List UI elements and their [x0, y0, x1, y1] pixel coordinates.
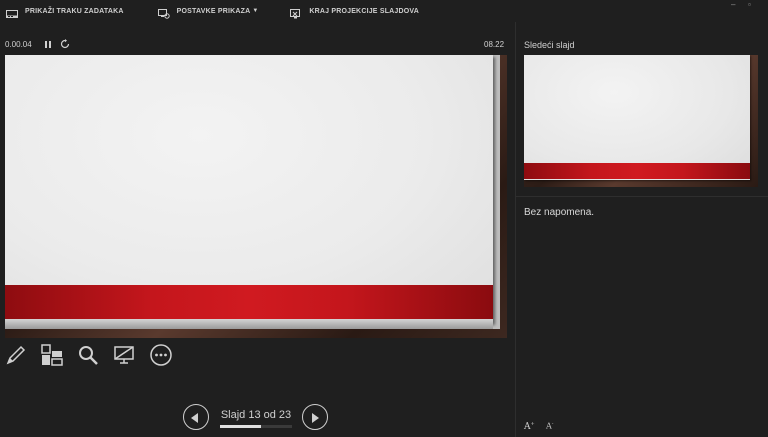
notes-divider[interactable]: [516, 196, 768, 197]
elapsed-timer: 0.00.04: [5, 40, 32, 49]
pen-tool-button[interactable]: [4, 343, 28, 367]
next-slide-label: Sledeći slajd: [524, 40, 575, 50]
see-all-slides-button[interactable]: [40, 343, 64, 367]
next-arrow-icon: [312, 413, 319, 423]
display-settings-button[interactable]: POSTAVKE PRIKAZA ▼: [152, 0, 259, 22]
restart-timer-button[interactable]: [60, 39, 70, 49]
pause-icon-bar: [49, 41, 51, 48]
next-slide-red-band: [524, 163, 750, 179]
display-settings-label: POSTAVKE PRIKAZA: [176, 7, 251, 15]
previous-arrow-icon: [191, 413, 198, 423]
black-screen-icon: [114, 346, 134, 364]
pause-icon: [45, 41, 47, 48]
slide-progress-bar: [220, 425, 292, 428]
previous-slide-button[interactable]: [183, 404, 209, 430]
more-options-icon: [150, 344, 172, 366]
panel-divider[interactable]: [515, 22, 516, 437]
display-settings-icon: [157, 6, 170, 19]
next-slide-paper: [524, 55, 750, 180]
next-slide-preview[interactable]: [524, 55, 758, 187]
current-time: 08.22: [484, 40, 505, 49]
taskbar-icon: [6, 6, 18, 18]
restart-icon: [60, 39, 70, 49]
increase-font-button[interactable]: A+: [524, 421, 535, 432]
show-taskbar-button[interactable]: PRIKAŽI TRAKU ZADATAKA: [0, 0, 124, 22]
slide-red-band: [5, 285, 493, 319]
end-slide-show-button[interactable]: KRAJ PROJEKCIJE SLAJDOVA: [284, 0, 419, 22]
end-slide-show-label: KRAJ PROJEKCIJE SLAJDOVA: [309, 7, 420, 15]
end-show-icon: [290, 6, 302, 19]
chevron-down-icon: ▼: [252, 8, 259, 14]
minimize-icon[interactable]: –: [731, 0, 735, 9]
current-slide[interactable]: [5, 55, 507, 338]
show-taskbar-label: PRIKAŽI TRAKU ZADATAKA: [25, 7, 124, 15]
pause-timer-button[interactable]: [44, 40, 53, 49]
decrease-font-button[interactable]: A-: [546, 421, 553, 431]
magnifier-icon: [79, 346, 98, 365]
slide-paper: [5, 55, 493, 329]
slide-progress-fill: [220, 425, 261, 428]
more-options-button[interactable]: [149, 343, 173, 367]
speaker-notes: Bez napomena.: [524, 207, 595, 218]
zoom-button[interactable]: [76, 343, 100, 367]
see-all-slides-icon: [41, 344, 63, 366]
next-slide-button[interactable]: [302, 404, 328, 430]
black-screen-button[interactable]: [112, 343, 136, 367]
slide-counter[interactable]: Slajd 13 od 23: [220, 409, 292, 421]
slide-paper-edge: [5, 319, 493, 329]
restore-icon[interactable]: ▫: [748, 0, 751, 9]
pen-icon: [6, 345, 26, 365]
presenter-toolbar: PRIKAŽI TRAKU ZADATAKA POSTAVKE PRIKAZA …: [0, 0, 768, 22]
